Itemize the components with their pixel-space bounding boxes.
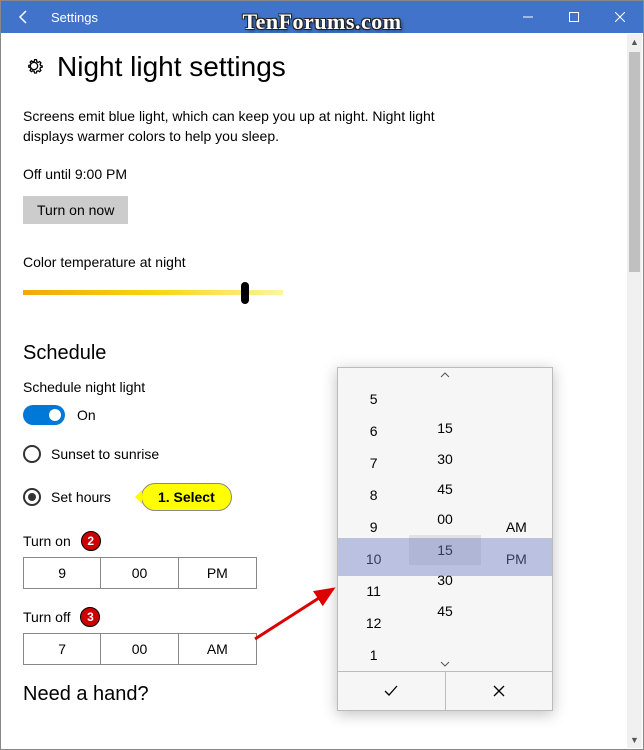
scrollbar-thumb[interactable] xyxy=(629,52,640,272)
turn-off-ampm[interactable]: AM xyxy=(179,634,256,664)
time-picker-confirm-button[interactable] xyxy=(338,672,446,710)
time-picker-item[interactable] xyxy=(481,479,552,511)
schedule-toggle[interactable] xyxy=(23,405,65,425)
time-picker-item[interactable]: 8 xyxy=(338,479,409,511)
close-button[interactable] xyxy=(597,1,643,33)
description: Screens emit blue light, which can keep … xyxy=(23,107,443,146)
time-picker-item[interactable]: 45 xyxy=(409,596,480,626)
annotation-badge-3: 3 xyxy=(80,607,100,627)
annotation-callout-1: 1. Select xyxy=(141,483,232,511)
turn-on-minute[interactable]: 00 xyxy=(101,558,178,588)
page-title: Night light settings xyxy=(57,51,286,83)
turn-on-now-button[interactable]: Turn on now xyxy=(23,196,128,224)
time-picker-ampm-column[interactable]: AMPM xyxy=(481,368,552,671)
time-picker-item[interactable]: PM xyxy=(481,543,552,575)
time-picker-item[interactable] xyxy=(409,626,480,656)
time-picker-item[interactable] xyxy=(481,575,552,607)
back-button[interactable] xyxy=(1,1,47,33)
scrollbar-up-arrow[interactable]: ▲ xyxy=(627,34,642,50)
time-picker-flyout[interactable]: 567891011121 15304500153045 AMPM xyxy=(337,367,553,711)
radio-sunset-to-sunrise[interactable] xyxy=(23,445,41,463)
radio-set-hours[interactable] xyxy=(23,488,41,506)
time-picker-minutes-column[interactable]: 15304500153045 xyxy=(409,368,480,671)
time-picker-item[interactable] xyxy=(481,415,552,447)
time-picker-item[interactable]: 1 xyxy=(338,639,409,671)
time-picker-item[interactable]: 00 xyxy=(409,504,480,534)
turn-on-time-control[interactable]: 9 00 PM xyxy=(23,557,257,589)
time-picker-item[interactable]: 30 xyxy=(409,443,480,473)
time-picker-item[interactable]: 9 xyxy=(338,511,409,543)
turn-on-ampm[interactable]: PM xyxy=(179,558,256,588)
slider-thumb[interactable] xyxy=(241,282,249,304)
time-picker-item[interactable]: AM xyxy=(481,511,552,543)
time-picker-hours-column[interactable]: 567891011121 xyxy=(338,368,409,671)
time-picker-item[interactable]: 30 xyxy=(409,565,480,595)
time-picker-item[interactable] xyxy=(481,383,552,415)
color-temp-slider[interactable] xyxy=(23,280,283,306)
time-picker-item[interactable] xyxy=(481,639,552,671)
time-picker-cancel-button[interactable] xyxy=(446,672,553,710)
turn-off-hour[interactable]: 7 xyxy=(24,634,101,664)
annotation-badge-2: 2 xyxy=(81,531,101,551)
radio-sethours-label: Set hours xyxy=(51,489,111,505)
time-picker-item[interactable] xyxy=(409,382,480,412)
chevron-down-icon[interactable] xyxy=(440,657,450,671)
vertical-scrollbar[interactable]: ▲ ▼ xyxy=(627,34,642,748)
color-temp-label: Color temperature at night xyxy=(23,254,621,270)
time-picker-item[interactable]: 15 xyxy=(409,413,480,443)
time-picker-item[interactable] xyxy=(481,607,552,639)
time-picker-item[interactable]: 15 xyxy=(409,535,480,565)
scrollbar-down-arrow[interactable]: ▼ xyxy=(627,732,642,748)
radio-sunset-label: Sunset to sunrise xyxy=(51,446,159,462)
time-picker-item[interactable]: 6 xyxy=(338,415,409,447)
turn-on-label: Turn on xyxy=(23,533,71,549)
turn-on-hour[interactable]: 9 xyxy=(24,558,101,588)
time-picker-item[interactable]: 5 xyxy=(338,383,409,415)
time-picker-item[interactable] xyxy=(481,447,552,479)
time-picker-item[interactable]: 10 xyxy=(338,543,409,575)
gear-icon xyxy=(23,55,45,80)
maximize-button[interactable] xyxy=(551,1,597,33)
chevron-up-icon[interactable] xyxy=(440,368,450,382)
toggle-state: On xyxy=(77,407,96,423)
time-picker-item[interactable]: 45 xyxy=(409,474,480,504)
schedule-heading: Schedule xyxy=(23,342,621,365)
time-picker-item[interactable]: 12 xyxy=(338,607,409,639)
window-title: Settings xyxy=(47,10,505,25)
minimize-button[interactable] xyxy=(505,1,551,33)
time-picker-item[interactable]: 11 xyxy=(338,575,409,607)
turn-off-minute[interactable]: 00 xyxy=(101,634,178,664)
status-text: Off until 9:00 PM xyxy=(23,166,621,182)
turn-off-label: Turn off xyxy=(23,609,70,625)
turn-off-time-control[interactable]: 7 00 AM xyxy=(23,633,257,665)
time-picker-item[interactable]: 7 xyxy=(338,447,409,479)
